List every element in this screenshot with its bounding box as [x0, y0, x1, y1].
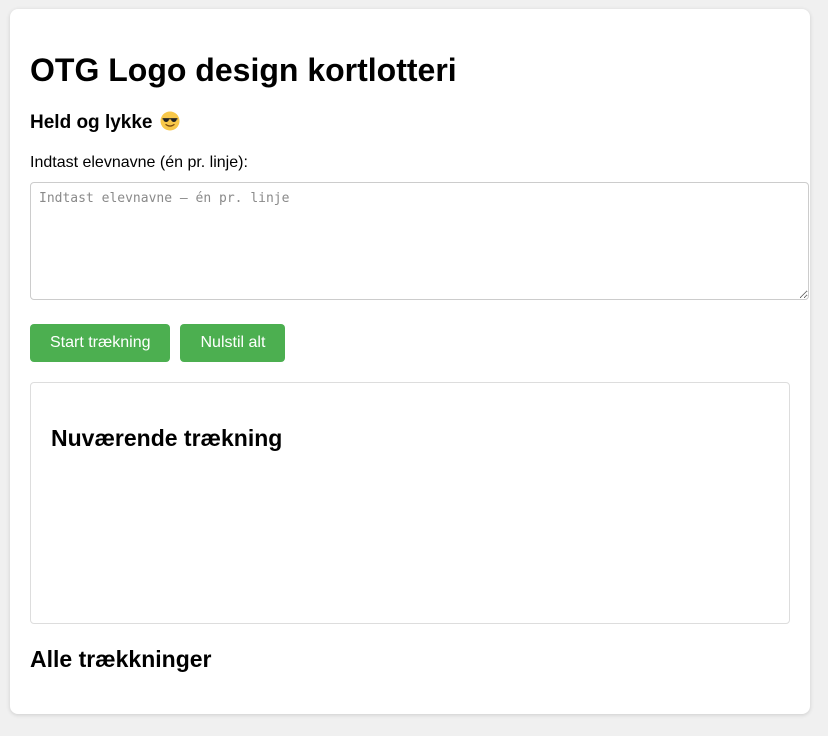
start-draw-button[interactable]: Start trækning: [30, 324, 171, 362]
current-draw-heading: Nuværende trækning: [51, 425, 283, 451]
names-input[interactable]: [30, 182, 809, 300]
subtitle-text: Held og lykke: [30, 112, 153, 133]
current-draw-panel: Nuværende trækning: [30, 382, 790, 624]
names-label: Indtast elevnavne (én pr. linje):: [30, 154, 248, 171]
page-title: OTG Logo design kortlotteri: [30, 52, 457, 88]
subtitle: Held og lykke: [30, 111, 790, 135]
main-card: OTG Logo design kortlotteri Held og lykk…: [10, 9, 810, 714]
button-row: Start trækning Nulstil alt: [30, 324, 790, 362]
all-draws-heading: Alle trækkninger: [30, 646, 212, 672]
smiling-face-with-sunglasses-icon: [160, 111, 180, 131]
reset-all-button[interactable]: Nulstil alt: [180, 324, 286, 362]
